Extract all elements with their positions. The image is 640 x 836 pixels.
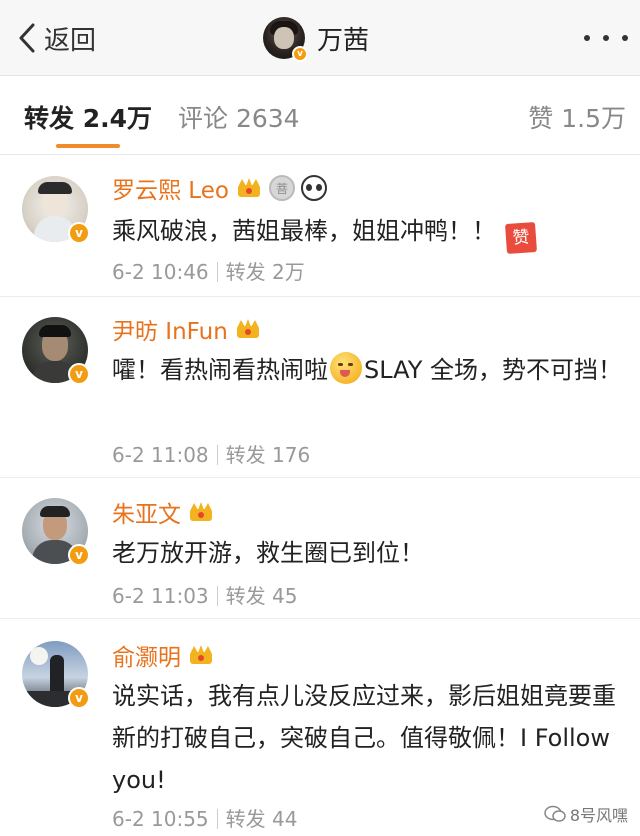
top-nav-bar: 返回 v 万茜 [0,0,640,76]
name-row: 罗云熙 Leo 菩 [112,172,327,204]
back-button[interactable]: 返回 [18,18,96,58]
tab-repost[interactable]: 转发 2.4万 [24,99,152,135]
list-item[interactable]: v 朱亚文 老万放开游，救生圈已到位！ 6-2 11:03 转发 45 [0,478,640,619]
chevron-left-icon [19,23,35,53]
crown-icon [237,178,260,197]
comment-text: 嚯！看热闹看热闹啦 SLAY 全场，势不可挡！ [112,349,626,391]
comment-meta: 6-2 11:08 转发 176 [112,439,310,468]
profile-avatar[interactable]: v [263,17,308,62]
comment-text: 老万放开游，救生圈已到位！ [112,539,424,567]
comment-meta: 6-2 11:03 转发 45 [112,580,297,609]
comment-text: 说实话，我有点儿没反应过来，影后姐姐竟要重新的打破自己，突破自己。值得敬佩！I … [112,682,616,794]
verified-badge-icon: v [68,222,90,244]
more-dots-icon[interactable] [584,26,628,50]
name-row: 俞灏明 [112,639,215,671]
active-tab-indicator [56,144,120,148]
repost-count[interactable]: 转发 2万 [226,260,305,284]
wechat-icon [544,805,566,822]
user-name[interactable]: 朱亚文 [112,495,181,529]
verified-badge-icon: v [68,544,90,566]
tab-bar: 转发 2.4万 评论 2634 赞 1.5万 [0,77,640,155]
verified-badge-icon: v [68,687,90,709]
crown-icon [190,645,212,664]
like-sticker-icon: 赞 [504,221,538,255]
page-title: 万茜 [317,25,370,56]
timestamp: 6-2 11:03 [112,584,209,608]
medal-icon: 菩 [268,175,295,201]
crown-icon [236,319,259,338]
verified-badge-icon: v [68,363,90,385]
list-item[interactable]: v 罗云熙 Leo 菩 乘风破浪，茜姐最棒，姐姐冲鸭！！ 赞 6-2 10:46 转… [0,156,640,297]
tab-comments[interactable]: 评论 2634 [178,99,300,135]
crown-icon [190,502,212,521]
timestamp: 6-2 10:55 [112,807,209,831]
comment-text-content: 嚯！看热闹看热闹啦 [112,356,328,384]
list-item[interactable]: v 尹昉 InFun 嚯！看热闹看热闹啦 SLAY 全场，势不可挡！ 6-2 11… [0,297,640,478]
avatar[interactable]: v [22,176,90,244]
back-label: 返回 [44,25,97,56]
repost-count[interactable]: 转发 45 [226,584,298,608]
name-row: 朱亚文 [112,496,215,528]
repost-count[interactable]: 转发 176 [226,443,311,467]
comment-meta: 6-2 10:46 转发 2万 [112,256,305,285]
avatar[interactable]: v [22,498,90,566]
user-name[interactable]: 俞灏明 [112,638,181,672]
timestamp: 6-2 10:46 [112,260,209,284]
user-name[interactable]: 尹昉 InFun [112,312,228,346]
avatar[interactable]: v [22,641,90,709]
avatar[interactable]: v [22,317,90,385]
panda-icon [300,175,327,201]
verified-badge-icon: v [292,46,308,62]
timestamp: 6-2 11:08 [112,443,209,467]
watermark-text: 8号风嘿 [569,806,628,825]
repost-count[interactable]: 转发 44 [226,807,298,831]
watermark: 8号风嘿 [544,802,628,826]
comment-meta: 6-2 10:55 转发 44 [112,803,297,832]
comment-text: 乘风破浪，茜姐最棒，姐姐冲鸭！！ 赞 [112,210,626,255]
user-name[interactable]: 罗云熙 Leo [112,171,229,205]
name-row: 尹昉 InFun [112,313,262,345]
nav-title-group[interactable]: v 万茜 [263,14,369,62]
comment-text-content: SLAY 全场，势不可挡！ [364,356,622,384]
yum-emoji-icon [330,352,362,384]
tab-likes[interactable]: 赞 1.5万 [528,99,626,135]
comment-text-content: 乘风破浪，茜姐最棒，姐姐冲鸭！！ [112,217,496,245]
